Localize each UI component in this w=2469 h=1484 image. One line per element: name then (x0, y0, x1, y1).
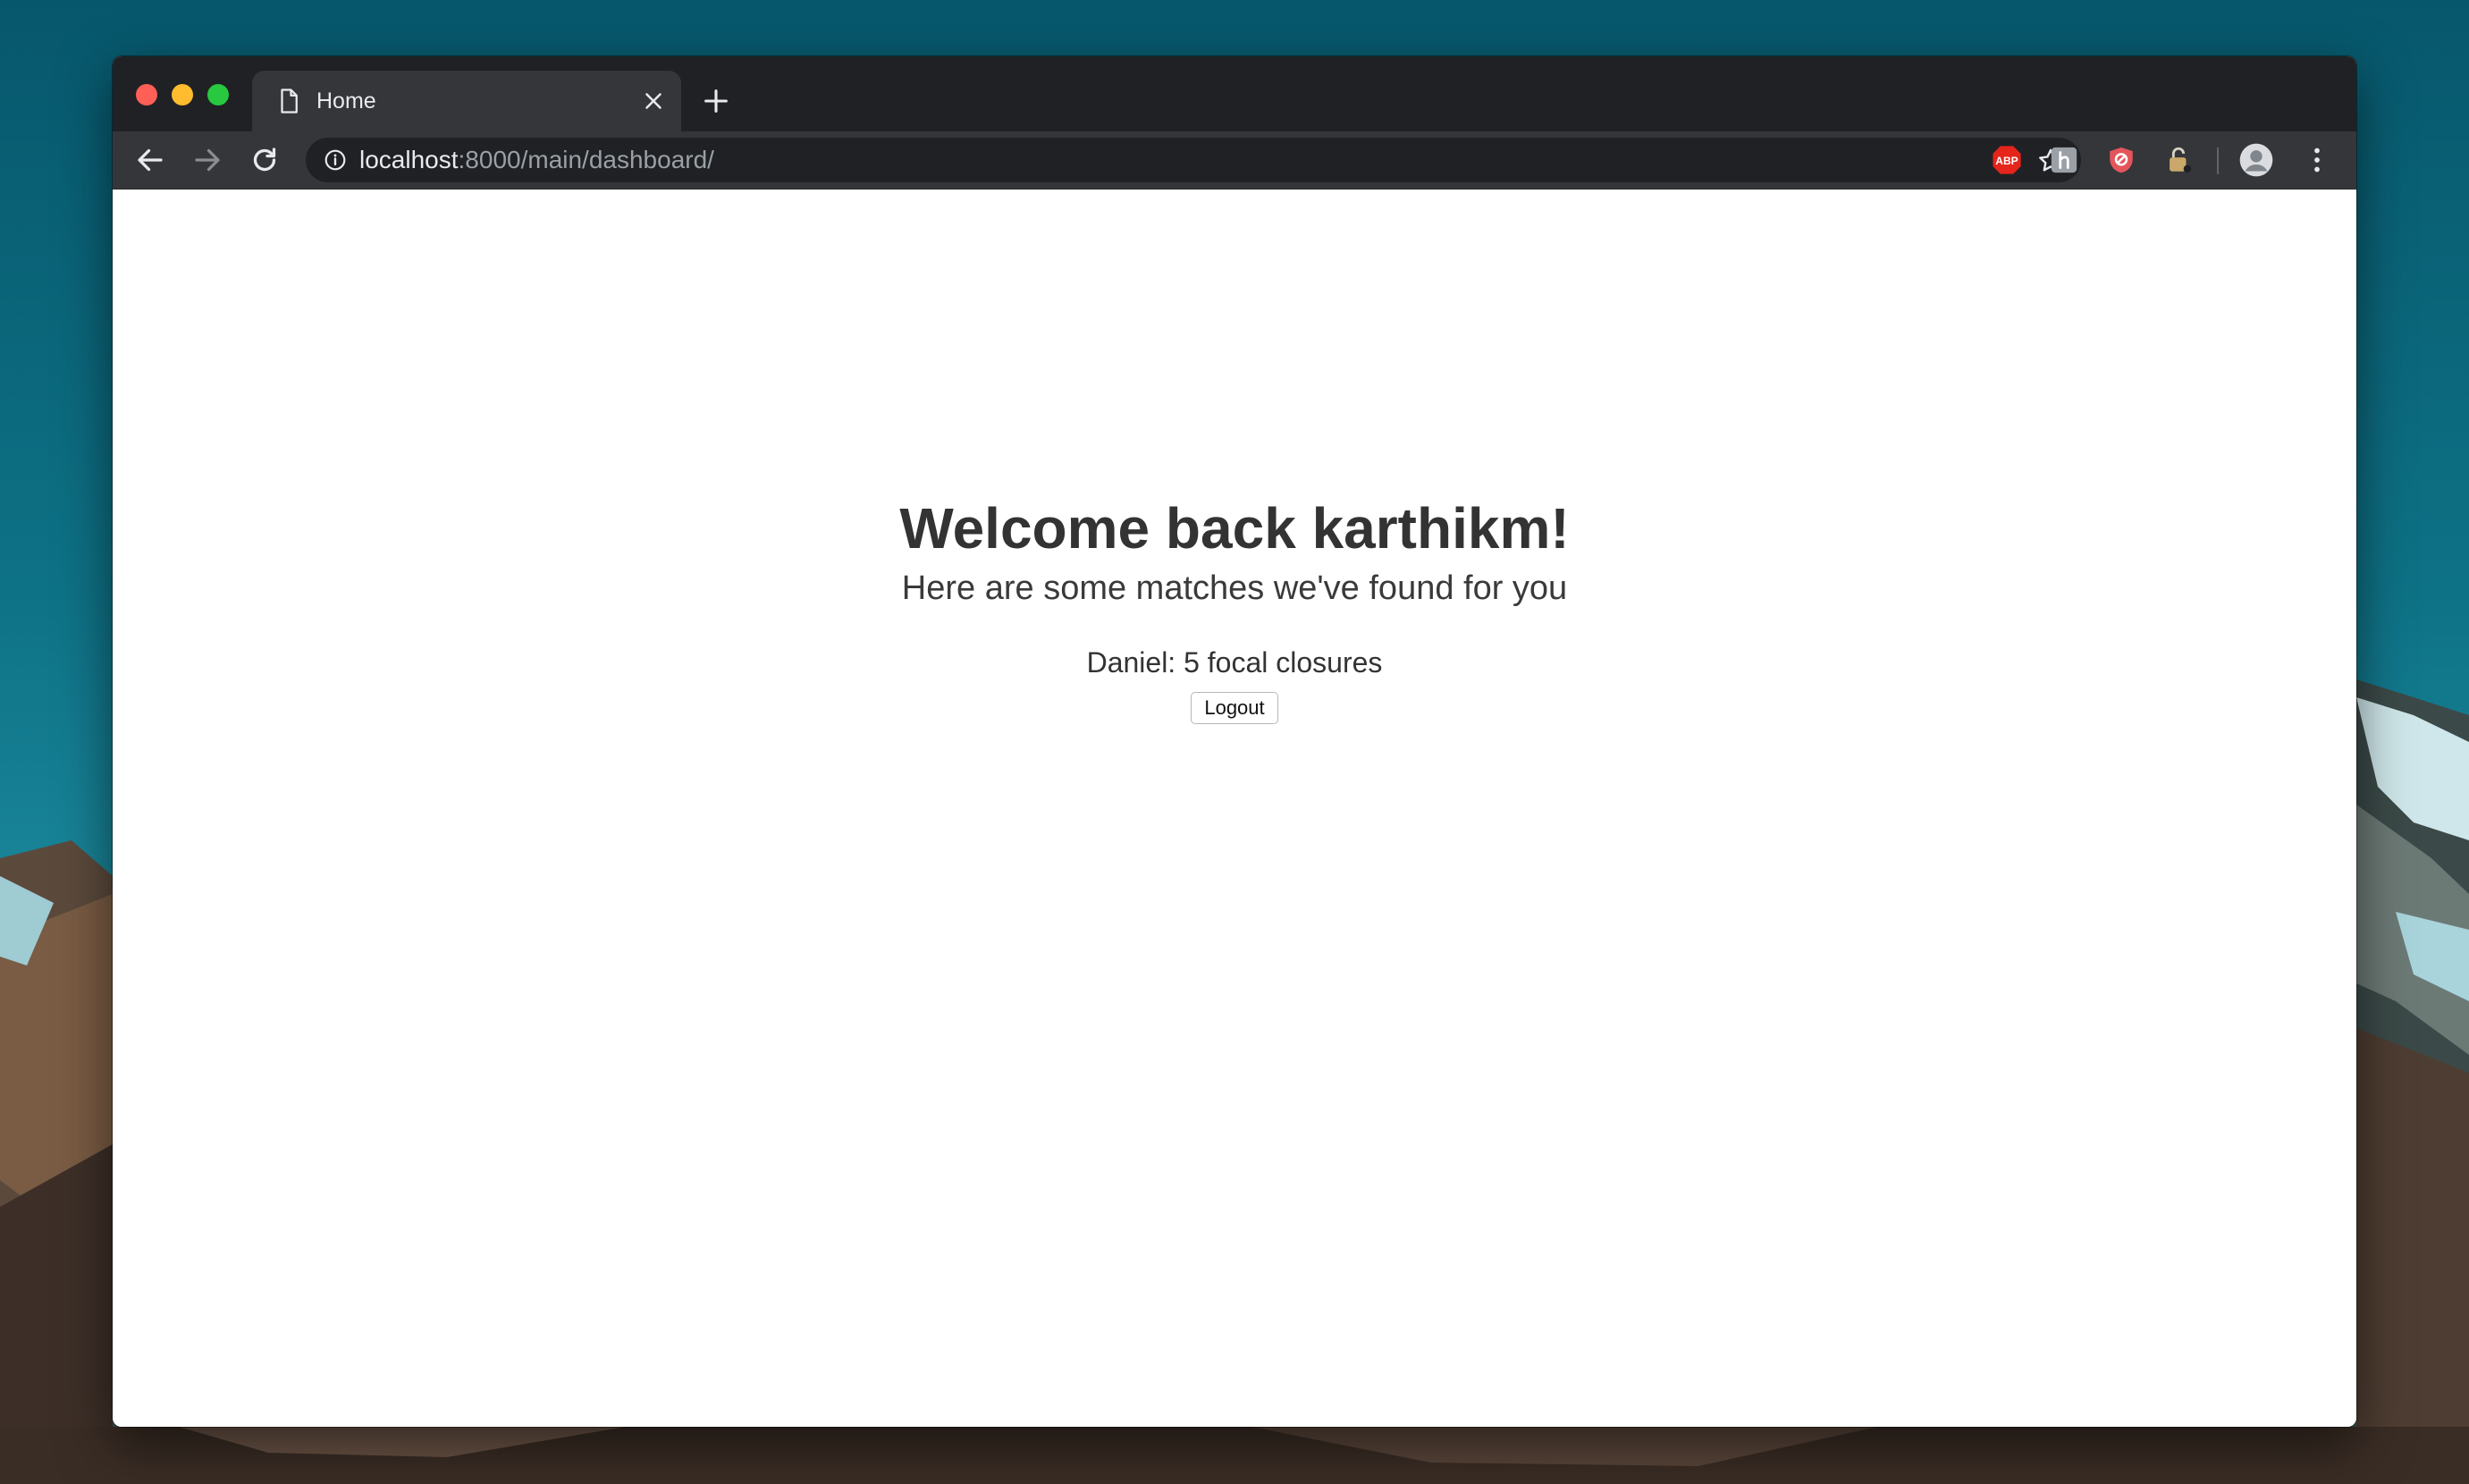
minimize-window-button[interactable] (172, 84, 193, 105)
desktop-wallpaper: Home localhost:8000/main/dashboard/ ABP … (0, 0, 2469, 1484)
logout-button[interactable]: Logout (1191, 692, 1278, 724)
url-host: localhost (359, 146, 459, 173)
matches-subheading: Here are some matches we've found for yo… (901, 569, 1568, 607)
welcome-heading: Welcome back karthikm! (899, 496, 1570, 561)
adblock-plus-icon[interactable]: ABP (1992, 145, 2022, 175)
privacy-badger-shield-icon[interactable] (2106, 145, 2136, 175)
reload-icon[interactable] (249, 144, 281, 176)
address-bar[interactable]: localhost:8000/main/dashboard/ (306, 138, 2081, 182)
browser-window: Home localhost:8000/main/dashboard/ ABP … (113, 56, 2356, 1427)
lock-extension-icon[interactable] (2163, 145, 2194, 175)
match-list: Daniel: 5 focal closures (113, 642, 2356, 683)
url-path: :8000/main/dashboard/ (458, 146, 714, 173)
document-icon (281, 89, 298, 114)
forward-arrow-icon[interactable] (191, 144, 223, 176)
dashboard-content: Welcome back karthikm! Here are some mat… (113, 493, 2356, 724)
new-tab-icon[interactable] (701, 86, 731, 116)
tab-home[interactable]: Home (252, 71, 681, 131)
toolbar-separator (2217, 148, 2219, 174)
browser-toolbar: localhost:8000/main/dashboard/ ABP (113, 131, 2356, 190)
close-window-button[interactable] (136, 84, 157, 105)
url-text: localhost:8000/main/dashboard/ (359, 146, 714, 174)
zoom-window-button[interactable] (207, 84, 229, 105)
tab-title: Home (316, 89, 376, 114)
extension-grey-icon[interactable] (2049, 145, 2079, 175)
info-icon[interactable] (324, 148, 347, 172)
match-item: Daniel: 5 focal closures (1086, 646, 1383, 679)
profile-avatar-icon[interactable] (2238, 142, 2274, 178)
close-tab-icon[interactable] (640, 88, 667, 114)
more-menu-icon[interactable] (2301, 144, 2333, 176)
page-viewport: Welcome back karthikm! Here are some mat… (113, 190, 2356, 1427)
back-arrow-icon[interactable] (134, 144, 166, 176)
tab-strip: Home (113, 56, 2356, 131)
adblock-plus-label: ABP (1995, 155, 2018, 167)
